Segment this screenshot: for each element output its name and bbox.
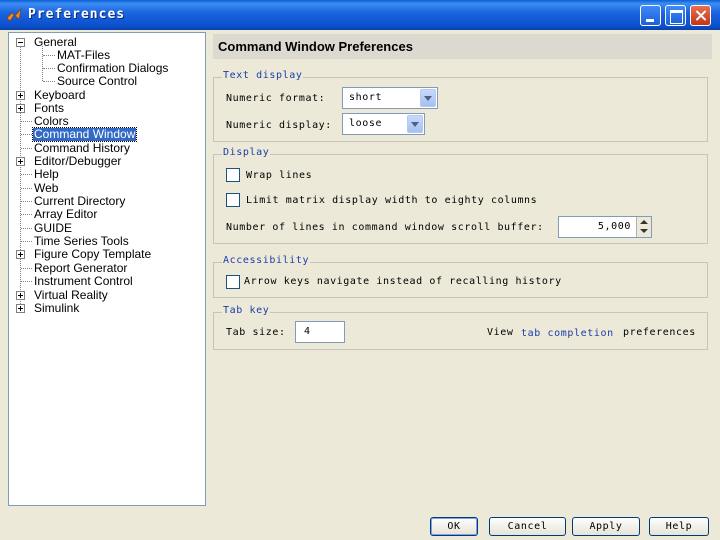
accessibility-group: Accessibility Arrow keys navigate instea…	[213, 255, 708, 298]
expand-icon[interactable]	[16, 157, 25, 166]
tab-size-label: Tab size:	[226, 327, 286, 338]
chevron-down-icon[interactable]	[407, 115, 423, 133]
numeric-format-label: Numeric format:	[226, 93, 326, 104]
page-title: Command Window Preferences	[213, 34, 712, 59]
scroll-buffer-label: Number of lines in command window scroll…	[226, 222, 544, 233]
numeric-display-select[interactable]: loose	[342, 113, 425, 135]
tree-connector	[21, 121, 32, 122]
tree-connector	[21, 268, 32, 269]
tab-key-group: Tab key Tab size: 4 View tab completion …	[213, 305, 708, 350]
display-group: Display Wrap lines Limit matrix display …	[213, 147, 708, 244]
ok-button[interactable]: OK	[430, 517, 478, 536]
view-prefix-label: View	[487, 327, 514, 338]
expand-icon[interactable]	[16, 304, 25, 313]
expand-icon[interactable]	[16, 104, 25, 113]
expand-icon[interactable]	[16, 91, 25, 100]
numeric-format-select[interactable]: short	[342, 87, 438, 109]
expand-icon[interactable]	[16, 250, 25, 259]
help-button[interactable]: Help	[649, 517, 709, 536]
arrow-keys-label: Arrow keys navigate instead of recalling…	[244, 276, 562, 287]
tree-item-array-editor[interactable]: Array Editor	[9, 208, 199, 221]
group-title: Text display	[222, 70, 304, 81]
tab-size-input[interactable]: 4	[295, 321, 345, 343]
wrap-lines-label: Wrap lines	[246, 170, 313, 181]
tree-connector	[21, 281, 32, 282]
text-display-group: Text display Numeric format: short Numer…	[213, 70, 708, 142]
wrap-lines-checkbox[interactable]	[226, 168, 240, 182]
limit-width-checkbox[interactable]	[226, 193, 240, 207]
tree-item-source-control[interactable]: Source Control	[9, 75, 199, 88]
scroll-buffer-spinner[interactable]: 5,000	[558, 216, 652, 238]
cancel-button[interactable]: Cancel	[489, 517, 566, 536]
group-title: Tab key	[222, 305, 271, 316]
tree-connector	[21, 174, 32, 175]
numeric-display-label: Numeric display:	[226, 120, 332, 131]
group-title: Accessibility	[222, 255, 311, 266]
spinner-arrows-icon[interactable]	[636, 217, 651, 237]
group-title: Display	[222, 147, 271, 158]
tree-connector	[43, 68, 55, 69]
tree-connector	[21, 188, 32, 189]
tree-connector	[21, 201, 32, 202]
apply-button[interactable]: Apply	[572, 517, 640, 536]
tree-connector	[21, 241, 32, 242]
window-title: Preferences	[28, 7, 126, 22]
matlab-logo-icon	[6, 7, 22, 22]
close-button[interactable]	[690, 5, 711, 26]
preferences-tree[interactable]: General MAT-Files Confirmation Dialogs S…	[8, 32, 206, 506]
view-suffix-label: preferences	[623, 327, 696, 338]
title-bar[interactable]: Preferences	[0, 0, 720, 30]
tree-connector	[43, 81, 55, 82]
tree-connector	[43, 55, 55, 56]
tree-item-figure-copy-template[interactable]: Figure Copy Template	[9, 248, 199, 261]
chevron-down-icon[interactable]	[420, 89, 436, 107]
collapse-icon[interactable]	[16, 38, 25, 47]
maximize-button[interactable]	[665, 5, 686, 26]
limit-width-label: Limit matrix display width to eighty col…	[246, 195, 538, 206]
tree-connector	[21, 228, 32, 229]
tree-connector	[21, 148, 32, 149]
tree-item-command-window[interactable]: Command Window	[9, 127, 199, 142]
tree-item-instrument-control[interactable]: Instrument Control	[9, 275, 199, 288]
tree-item-help[interactable]: Help	[9, 168, 199, 181]
minimize-button[interactable]	[640, 5, 661, 26]
expand-icon[interactable]	[16, 291, 25, 300]
tab-completion-link[interactable]: tab completion	[521, 328, 614, 339]
tree-item-simulink[interactable]: Simulink	[9, 302, 199, 315]
tree-connector	[21, 214, 32, 215]
arrow-keys-checkbox[interactable]	[226, 275, 240, 289]
tree-connector	[21, 134, 32, 135]
